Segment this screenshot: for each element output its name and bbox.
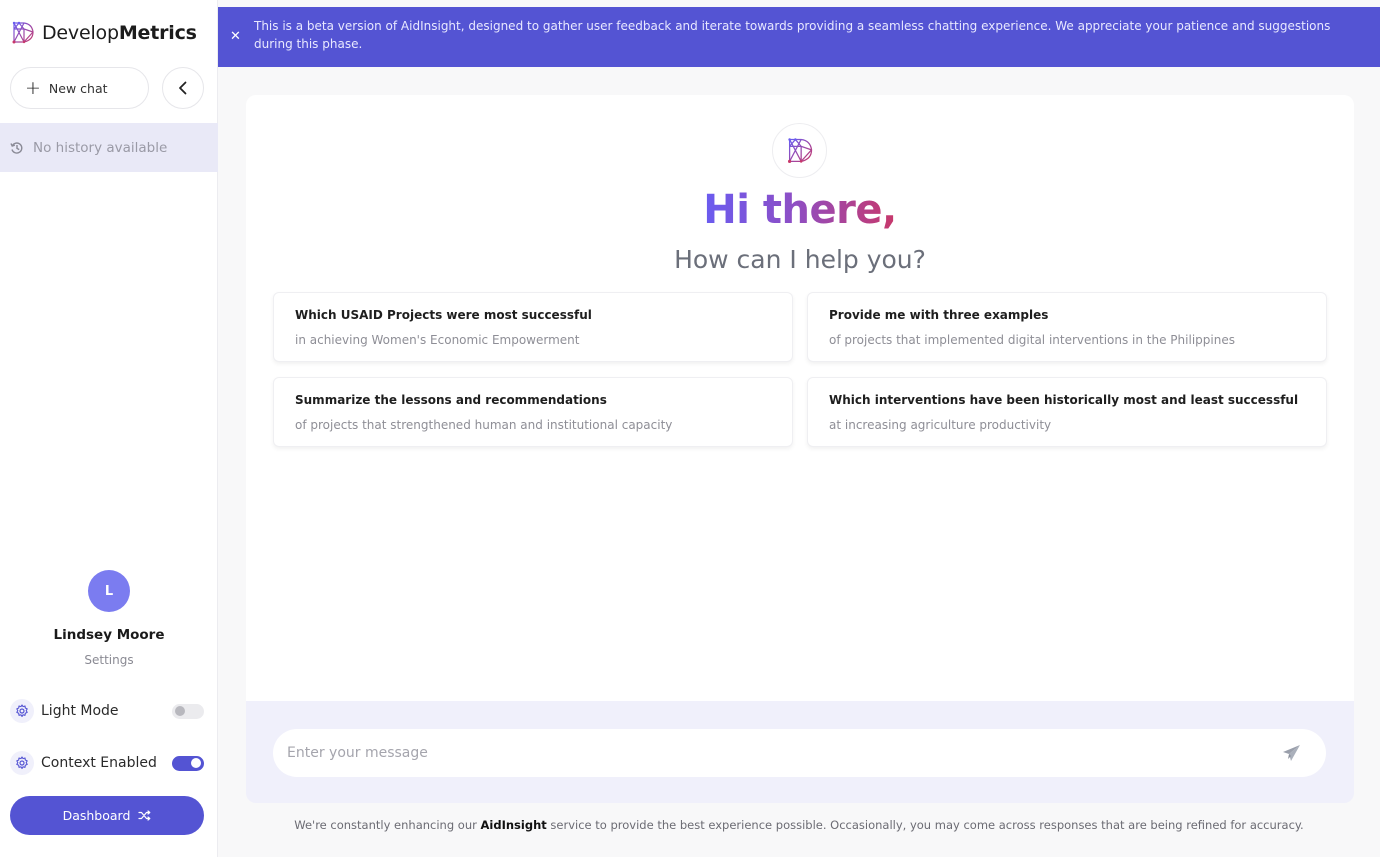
dashboard-label: Dashboard xyxy=(62,808,131,823)
suggestion-title: Provide me with three examples xyxy=(829,308,1049,322)
suggestion-subtitle: of projects that strengthened human and … xyxy=(295,418,673,432)
developmetrics-logo-icon xyxy=(12,21,34,44)
collapse-sidebar-button[interactable] xyxy=(162,67,204,109)
banner-text: This is a beta version of AidInsight, de… xyxy=(254,19,1331,51)
light-mode-toggle[interactable] xyxy=(172,703,204,719)
disclaimer-text: We're constantly enhancing our xyxy=(294,818,481,832)
close-icon[interactable]: ✕ xyxy=(230,28,241,46)
new-chat-label: New chat xyxy=(48,80,108,96)
suggestion-grid: Which USAID Projects were most successfu… xyxy=(273,292,1327,447)
chat-welcome-panel: Hi there, How can I help you? Which USAI… xyxy=(246,95,1354,701)
suggestion-title: Which interventions have been historical… xyxy=(829,393,1299,407)
hero-logo xyxy=(772,123,827,178)
suggestion-subtitle: at increasing agriculture productivity xyxy=(829,418,1052,432)
dashboard-button[interactable]: Dashboard xyxy=(10,796,204,835)
user-name: Lindsey Moore xyxy=(53,627,165,643)
suggestion-card[interactable]: Summarize the lessons and recommendation… xyxy=(273,377,793,447)
suggestion-subtitle: of projects that implemented digital int… xyxy=(829,333,1235,347)
light-mode-label: Light Mode xyxy=(41,703,119,719)
suggestion-title: Summarize the lessons and recommendation… xyxy=(295,393,607,407)
developmetrics-logo-icon xyxy=(787,137,812,163)
shuffle-icon xyxy=(138,810,151,821)
brand-name: DevelopMetrics xyxy=(42,22,197,44)
toggle-knob xyxy=(175,706,185,716)
context-enabled-label: Context Enabled xyxy=(41,755,157,771)
send-button[interactable] xyxy=(1280,742,1302,764)
suggestion-card[interactable]: Which USAID Projects were most successfu… xyxy=(273,292,793,362)
history-icon xyxy=(10,141,23,154)
context-enabled-toggle[interactable] xyxy=(172,755,204,771)
send-icon xyxy=(1282,745,1300,761)
suggestion-title: Which USAID Projects were most successfu… xyxy=(295,308,592,322)
new-chat-button[interactable]: + New chat xyxy=(10,67,149,109)
avatar[interactable]: L xyxy=(88,570,130,612)
message-input-container xyxy=(273,729,1326,777)
history-empty-state: No history available xyxy=(0,123,218,172)
context-enabled-row: Context Enabled xyxy=(10,749,204,777)
composer-area xyxy=(246,701,1354,803)
disclaimer-text: service to provide the best experience p… xyxy=(546,818,1304,832)
greeting-subtitle: How can I help you? xyxy=(674,245,926,274)
greeting-title: Hi there, xyxy=(703,187,897,233)
light-mode-row: Light Mode xyxy=(10,697,204,725)
brand[interactable]: DevelopMetrics xyxy=(10,20,197,46)
settings-link[interactable]: Settings xyxy=(84,653,133,667)
suggestion-subtitle: in achieving Women's Economic Empowermen… xyxy=(295,333,580,347)
sidebar: DevelopMetrics + New chat No history ava… xyxy=(0,0,218,857)
disclaimer-brand: AidInsight xyxy=(480,818,547,832)
plus-icon: + xyxy=(25,76,41,99)
user-profile: L Lindsey Moore Settings xyxy=(0,570,218,668)
suggestion-card[interactable]: Provide me with three examples of projec… xyxy=(807,292,1327,362)
disclaimer-footer: We're constantly enhancing our AidInsigh… xyxy=(218,818,1380,832)
gear-icon xyxy=(10,751,34,775)
history-empty-text: No history available xyxy=(33,139,168,156)
toggle-knob xyxy=(191,758,201,768)
suggestion-card[interactable]: Which interventions have been historical… xyxy=(807,377,1327,447)
gear-icon xyxy=(10,699,34,723)
message-input[interactable] xyxy=(287,745,1280,761)
chevron-left-icon xyxy=(179,81,187,95)
beta-banner: ✕ This is a beta version of AidInsight, … xyxy=(218,7,1380,67)
